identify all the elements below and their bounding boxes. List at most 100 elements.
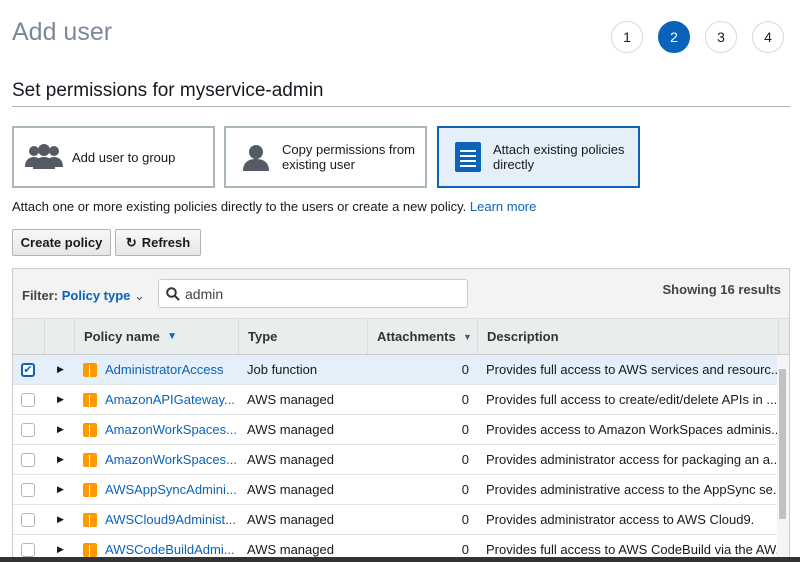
policy-name-link[interactable]: AdministratorAccess xyxy=(105,362,223,377)
scrollbar[interactable] xyxy=(777,355,789,561)
table-row[interactable]: ▶ AmazonAPIGateway... AWS managed 0 Prov… xyxy=(13,385,789,415)
checkbox[interactable] xyxy=(21,482,35,497)
option-add-user-to-group[interactable]: Add user to group xyxy=(12,126,215,188)
sort-down-icon: ▼ xyxy=(167,331,178,342)
user-icon xyxy=(243,145,269,171)
option-label: Add user to group xyxy=(72,149,176,165)
bottom-border xyxy=(0,557,800,562)
filter-bar: Filter: Policy type ⌄ admin Showing 16 r… xyxy=(13,269,789,319)
policy-name-link[interactable]: AmazonWorkSpaces... xyxy=(105,452,237,467)
search-value: admin xyxy=(185,285,224,302)
checkbox[interactable] xyxy=(21,542,35,557)
policy-cube-icon xyxy=(83,452,97,467)
policy-cube-icon xyxy=(83,362,97,377)
expand-icon[interactable]: ▶ xyxy=(45,364,75,375)
section-title: Set permissions for myservice-admin xyxy=(12,80,324,101)
policy-name-cell: AWSAppSyncAdmini... xyxy=(75,482,239,497)
policy-cube-icon xyxy=(83,542,97,557)
refresh-label: Refresh xyxy=(141,235,191,250)
step-2[interactable]: 2 xyxy=(658,21,690,53)
checkbox[interactable] xyxy=(21,422,35,437)
checkbox[interactable] xyxy=(21,392,35,407)
info-text: Attach one or more existing policies dir… xyxy=(12,199,536,214)
table-row[interactable]: ▶ AmazonWorkSpaces... AWS managed 0 Prov… xyxy=(13,445,789,475)
header-type[interactable]: Type xyxy=(239,319,368,354)
refresh-button[interactable]: ↻ Refresh xyxy=(115,229,201,256)
expand-icon[interactable]: ▶ xyxy=(45,514,75,525)
row-select[interactable] xyxy=(13,392,45,407)
attachments-cell: 0 xyxy=(461,482,469,497)
option-attach-policies[interactable]: Attach existing policies directly xyxy=(437,126,640,188)
sort-down-icon: ▼ xyxy=(462,331,472,342)
attachments-cell: 0 xyxy=(461,422,469,437)
policy-cube-icon xyxy=(83,392,97,407)
header-label: Policy name xyxy=(84,329,160,344)
policy-name-link[interactable]: AmazonAPIGateway... xyxy=(105,392,235,407)
checkbox[interactable]: ✔ xyxy=(21,362,35,377)
policy-name-cell: AdministratorAccess xyxy=(75,362,239,377)
header-attachments[interactable]: Attachments ▼ xyxy=(368,319,478,354)
policy-name-link[interactable]: AWSCloud9Administ... xyxy=(105,512,236,527)
attachments-cell: 0 xyxy=(461,512,469,527)
table-row[interactable]: ▶ AmazonWorkSpaces... AWS managed 0 Prov… xyxy=(13,415,789,445)
policy-name-cell: AmazonWorkSpaces... xyxy=(75,452,239,467)
table-row[interactable]: ▶ AWSAppSyncAdmini... AWS managed 0 Prov… xyxy=(13,475,789,505)
expand-icon[interactable]: ▶ xyxy=(45,484,75,495)
policy-cube-icon xyxy=(83,482,97,497)
filter-text: Filter: xyxy=(22,288,59,303)
policy-name-link[interactable]: AWSAppSyncAdmini... xyxy=(105,482,237,497)
row-select[interactable] xyxy=(13,512,45,527)
expand-icon[interactable]: ▶ xyxy=(45,424,75,435)
table-row[interactable]: ▶ AWSCloud9Administ... AWS managed 0 Pro… xyxy=(13,505,789,535)
table-row[interactable]: ✔ ▶ AdministratorAccess Job function 0 P… xyxy=(13,355,789,385)
type-cell: AWS managed xyxy=(247,542,334,557)
policy-type-dropdown[interactable]: Policy type ⌄ xyxy=(62,288,145,303)
type-cell: AWS managed xyxy=(247,512,334,527)
type-cell: AWS managed xyxy=(247,482,334,497)
expand-icon[interactable]: ▶ xyxy=(45,454,75,465)
learn-more-link[interactable]: Learn more xyxy=(470,199,536,214)
step-3[interactable]: 3 xyxy=(705,21,737,53)
row-select[interactable] xyxy=(13,542,45,557)
create-policy-button[interactable]: Create policy xyxy=(12,229,111,256)
info-description: Attach one or more existing policies dir… xyxy=(12,199,470,214)
header-expand xyxy=(45,319,75,354)
attachments-cell: 0 xyxy=(461,362,469,377)
header-label: Attachments xyxy=(377,329,456,344)
description-cell: Provides administrator access for packag… xyxy=(486,452,779,467)
checkbox[interactable] xyxy=(21,512,35,527)
header-description[interactable]: Description xyxy=(478,319,779,354)
header-policy-name[interactable]: Policy name ▼ xyxy=(75,319,239,354)
description-cell: Provides administrator access to AWS Clo… xyxy=(486,512,755,527)
policy-name-link[interactable]: AWSCodeBuildAdmi... xyxy=(105,542,235,557)
description-cell: Provides full access to AWS services and… xyxy=(486,362,779,377)
search-icon xyxy=(166,286,180,301)
row-select[interactable] xyxy=(13,422,45,437)
step-4[interactable]: 4 xyxy=(752,21,784,53)
table-header: Policy name ▼ Type Attachments ▼ Descrip… xyxy=(13,319,789,355)
policy-name-cell: AmazonAPIGateway... xyxy=(75,392,239,407)
header-label: Description xyxy=(487,329,559,344)
step-1[interactable]: 1 xyxy=(611,21,643,53)
expand-icon[interactable]: ▶ xyxy=(45,394,75,405)
attachments-cell: 0 xyxy=(461,542,469,557)
row-select[interactable]: ✔ xyxy=(13,362,45,377)
policy-cube-icon xyxy=(83,512,97,527)
search-input[interactable]: admin xyxy=(158,279,468,308)
row-select[interactable] xyxy=(13,452,45,467)
refresh-icon: ↻ xyxy=(125,234,137,250)
scrollbar-thumb[interactable] xyxy=(779,369,786,519)
divider xyxy=(12,106,790,107)
row-select[interactable] xyxy=(13,482,45,497)
option-label: Copy permissions from existing user xyxy=(282,142,415,172)
expand-icon[interactable]: ▶ xyxy=(45,544,75,555)
header-select xyxy=(13,319,45,354)
description-cell: Provides full access to AWS CodeBuild vi… xyxy=(486,542,779,557)
option-copy-permissions[interactable]: Copy permissions from existing user xyxy=(224,126,427,188)
description-cell: Provides access to Amazon WorkSpaces adm… xyxy=(486,422,779,437)
policy-name-cell: AWSCodeBuildAdmi... xyxy=(75,542,239,557)
page-title: Add user xyxy=(12,18,113,46)
filter-label: Filter: Policy type ⌄ xyxy=(22,288,145,304)
checkbox[interactable] xyxy=(21,452,35,467)
policy-name-link[interactable]: AmazonWorkSpaces... xyxy=(105,422,237,437)
